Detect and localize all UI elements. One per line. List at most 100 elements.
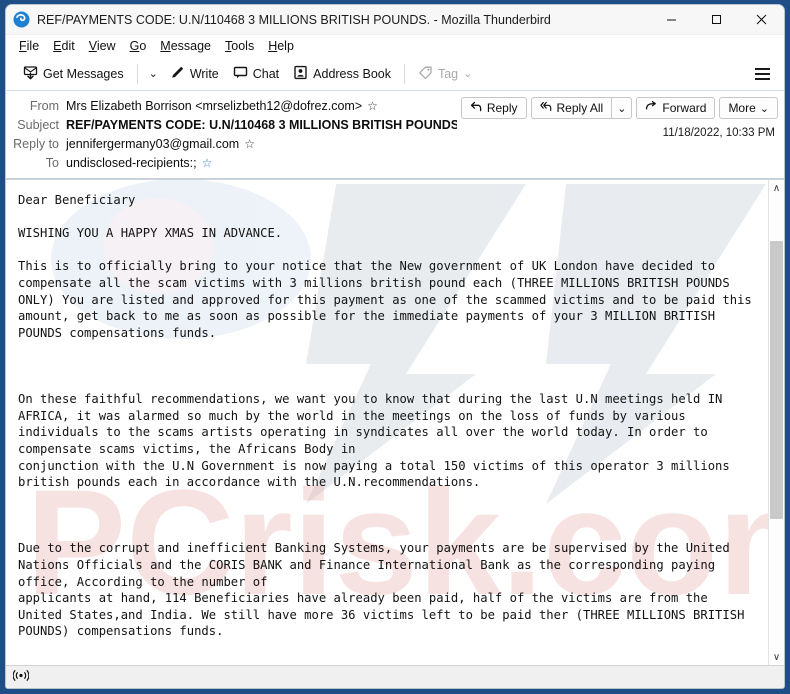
write-button[interactable]: Write: [163, 62, 226, 86]
broadcast-icon: [12, 669, 30, 685]
from-value-wrap: Mrs Elizabeth Borrison <mrselizbeth12@do…: [66, 99, 457, 113]
subject-text: REF/PAYMENTS CODE: U.N/110468 3 MILLIONS…: [66, 117, 457, 132]
write-label: Write: [189, 66, 219, 81]
from-address[interactable]: Mrs Elizabeth Borrison <mrselizbeth12@do…: [66, 99, 362, 113]
menu-file[interactable]: File: [12, 37, 46, 55]
status-bar: [6, 665, 784, 688]
tag-icon: [418, 65, 433, 83]
window-frame: REF/PAYMENTS CODE: U.N/110468 3 MILLIONS…: [0, 0, 790, 694]
menu-go-accel: G: [129, 39, 140, 53]
thunderbird-logo-icon: [13, 11, 30, 28]
reply-to-star-icon[interactable]: ☆: [244, 138, 255, 150]
menu-help-accel: H: [268, 39, 278, 53]
scroll-up-arrow-icon[interactable]: ∧: [769, 180, 784, 196]
menu-go[interactable]: Go: [123, 37, 154, 55]
to-star-icon[interactable]: ☆: [202, 157, 213, 169]
forward-button[interactable]: Forward: [636, 97, 716, 119]
menu-go-label: o: [139, 39, 147, 53]
message-body-pane: PCrisk.com Dear Beneficiary WISHING YOU …: [6, 179, 784, 665]
menu-file-accel: F: [19, 39, 27, 53]
menu-edit-label: dit: [61, 39, 75, 53]
address-book-label: Address Book: [313, 66, 391, 81]
from-label: From: [29, 98, 59, 113]
scrollbar-thumb[interactable]: [770, 241, 783, 519]
scrollbar-track[interactable]: [769, 196, 784, 649]
title-bar: REF/PAYMENTS CODE: U.N/110468 3 MILLIONS…: [6, 5, 784, 35]
chevron-down-icon: ⌄: [617, 102, 627, 115]
header-row-reply-to: Reply to jennifergermany03@gmail.com ☆: [12, 134, 457, 153]
reply-all-label: Reply All: [556, 101, 604, 115]
subject-value-wrap: REF/PAYMENTS CODE: U.N/110468 3 MILLIONS…: [66, 118, 457, 132]
main-toolbar: Get Messages ⌄ Write Chat Address Book T…: [6, 57, 784, 91]
menu-help[interactable]: Help: [261, 37, 301, 55]
hamburger-line-3: [755, 77, 770, 80]
app-menu-button[interactable]: [747, 62, 778, 86]
minimize-button[interactable]: [649, 5, 694, 35]
menu-edit-accel: E: [53, 39, 62, 53]
get-messages-dropdown-icon[interactable]: ⌄: [144, 64, 163, 83]
window-title: REF/PAYMENTS CODE: U.N/110468 3 MILLIONS…: [37, 12, 551, 27]
close-button[interactable]: [739, 5, 784, 35]
reply-all-dropdown-button[interactable]: ⌄: [611, 97, 633, 119]
chat-button[interactable]: Chat: [226, 62, 286, 86]
window-controls: [649, 5, 784, 35]
menu-tools-label: ools: [231, 39, 255, 53]
hamburger-line-2: [755, 72, 770, 75]
message-header-fields: From Mrs Elizabeth Borrison <mrselizbeth…: [12, 96, 457, 172]
menu-message[interactable]: Message: [153, 37, 218, 55]
more-chevron-down-icon: ⌄: [759, 102, 769, 115]
menu-message-label: essage: [170, 39, 212, 53]
message-date: 11/18/2022, 10:33 PM: [662, 127, 775, 139]
scroll-down-arrow-icon[interactable]: ∨: [769, 649, 784, 665]
chat-bubble-icon: [233, 65, 248, 83]
reply-button[interactable]: Reply: [460, 97, 527, 119]
more-button[interactable]: More ⌄: [719, 97, 778, 119]
reply-to-label: Reply to: [13, 136, 59, 151]
reply-toolbar: Reply Reply All ⌄ Forward More ⌄: [457, 97, 778, 119]
message-body-text: Dear Beneficiary WISHING YOU A HAPPY XMA…: [18, 193, 752, 639]
get-messages-button[interactable]: Get Messages: [16, 62, 131, 86]
tag-dropdown-icon: ⌄: [463, 68, 473, 80]
toolbar-separator-2: [403, 63, 405, 84]
menu-help-label: elp: [277, 39, 294, 53]
from-star-icon[interactable]: ☆: [367, 100, 378, 112]
more-label: More: [728, 101, 756, 115]
message-header-top: From Mrs Elizabeth Borrison <mrselizbeth…: [12, 96, 778, 172]
menu-message-accel: M: [160, 39, 171, 53]
tag-label: Tag: [437, 66, 459, 81]
menu-edit[interactable]: Edit: [46, 37, 82, 55]
reply-to-address[interactable]: jennifergermany03@gmail.com: [66, 137, 239, 151]
menu-view[interactable]: View: [82, 37, 123, 55]
menu-view-label: iew: [96, 39, 116, 53]
address-book-icon: [293, 65, 308, 83]
reply-to-value-wrap: jennifergermany03@gmail.com ☆: [66, 137, 457, 151]
reply-label: Reply: [486, 101, 518, 115]
get-messages-label: Get Messages: [43, 66, 124, 81]
header-row-subject: Subject REF/PAYMENTS CODE: U.N/110468 3 …: [12, 115, 457, 134]
menu-file-label: ile: [26, 39, 40, 53]
reply-arrow-icon: [470, 100, 483, 116]
address-book-button[interactable]: Address Book: [286, 62, 398, 86]
tag-button[interactable]: Tag ⌄: [411, 62, 479, 86]
reply-all-arrow-icon: [539, 100, 553, 116]
reply-all-button[interactable]: Reply All: [530, 97, 612, 119]
to-address[interactable]: undisclosed-recipients:;: [66, 156, 197, 170]
hamburger-line-1: [755, 67, 770, 70]
chat-label: Chat: [252, 66, 280, 81]
menu-view-accel: V: [88, 39, 97, 53]
toolbar-separator-1: [136, 63, 138, 84]
to-label: To: [45, 155, 59, 170]
message-header-actions: Reply Reply All ⌄ Forward More ⌄ 11/18/2…: [457, 96, 778, 139]
header-row-to: To undisclosed-recipients:; ☆: [12, 153, 457, 172]
message-body-area: PCrisk.com Dear Beneficiary WISHING YOU …: [6, 180, 768, 665]
forward-arrow-icon: [645, 100, 658, 116]
message-header: From Mrs Elizabeth Borrison <mrselizbeth…: [6, 91, 784, 179]
thunderbird-window: REF/PAYMENTS CODE: U.N/110468 3 MILLIONS…: [5, 4, 785, 689]
menu-bar: File Edit View Go Message Tools Help: [6, 35, 784, 57]
to-value-wrap: undisclosed-recipients:; ☆: [66, 156, 457, 170]
maximize-button[interactable]: [694, 5, 739, 35]
download-mail-icon: [23, 65, 38, 83]
message-scrollbar[interactable]: ∧ ∨: [768, 180, 784, 665]
pencil-icon: [170, 65, 185, 83]
menu-tools[interactable]: Tools: [218, 37, 261, 55]
